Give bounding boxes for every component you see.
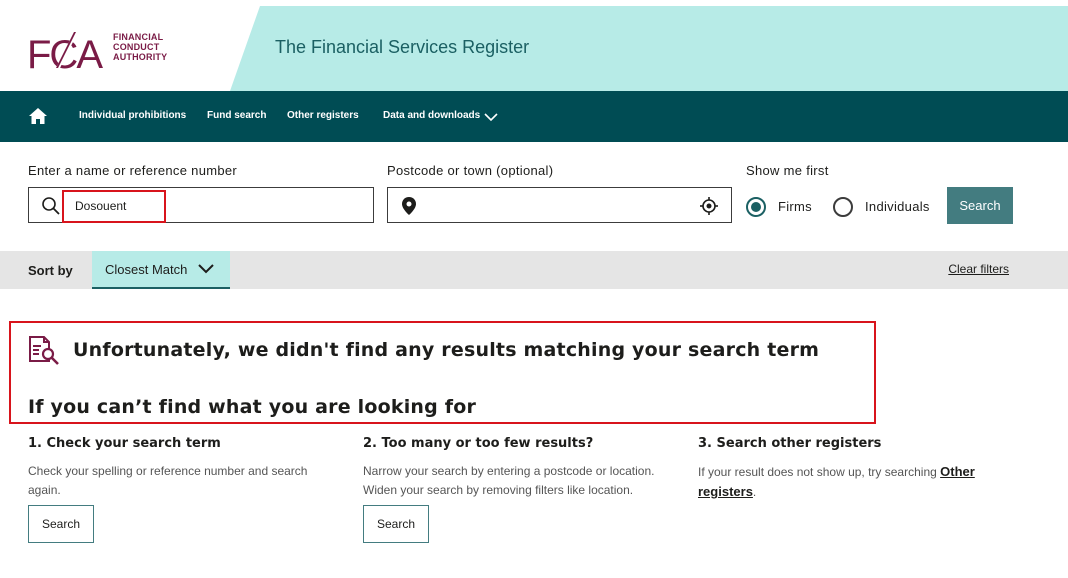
document-search-icon — [28, 335, 60, 365]
map-pin-icon — [402, 197, 416, 215]
clear-filters-link[interactable]: Clear filters — [948, 262, 1009, 276]
radio-firms-label[interactable]: Firms — [778, 199, 812, 214]
tip-1-body: Check your spelling or reference number … — [28, 464, 308, 497]
tip-3-body: If your result does not show up, try sea… — [698, 462, 998, 502]
nav-individual-prohibitions[interactable]: Individual prohibitions — [79, 110, 186, 121]
radio-individuals[interactable] — [833, 197, 853, 217]
fca-logo-mark: FCA — [27, 30, 105, 72]
sort-selected-value: Closest Match — [105, 262, 188, 277]
site-header: FCA FINANCIAL CONDUCT AUTHORITY The Fina… — [0, 0, 1068, 91]
nav-other-registers[interactable]: Other registers — [287, 110, 359, 121]
tip-3-body-text: If your result does not show up, try sea… — [698, 465, 941, 479]
sort-by-label: Sort by — [28, 263, 73, 278]
search-button[interactable]: Search — [947, 187, 1013, 224]
tip-3-body-end: . — [752, 485, 757, 499]
radio-firms[interactable] — [746, 197, 766, 217]
crosshair-locate-icon[interactable] — [699, 196, 719, 216]
sort-bar: Sort by Closest Match Clear filters — [0, 251, 1068, 289]
show-first-label: Show me first — [746, 163, 829, 178]
logo-line-3: AUTHORITY — [113, 52, 168, 62]
chevron-down-icon — [198, 262, 214, 276]
nav-data-and-downloads[interactable]: Data and downloads — [383, 110, 480, 121]
help-heading: If you can’t find what you are looking f… — [28, 396, 477, 418]
name-field-label: Enter a name or reference number — [28, 163, 238, 178]
main-nav: Individual prohibitions Fund search Othe… — [0, 91, 1068, 142]
chevron-down-icon[interactable] — [484, 110, 498, 124]
radio-individuals-label[interactable]: Individuals — [865, 199, 930, 214]
tip-2-body: Narrow your search by entering a postcod… — [363, 464, 655, 497]
no-results-heading: Unfortunately, we didn't find any result… — [73, 339, 820, 361]
logo-line-1: FINANCIAL — [113, 32, 164, 42]
sort-select[interactable]: Closest Match — [92, 251, 230, 289]
logo-wordmark: FINANCIAL CONDUCT AUTHORITY — [113, 32, 167, 62]
tip-1-title: 1. Check your search term — [28, 436, 221, 451]
tip-2-title: 2. Too many or too few results? — [363, 436, 594, 451]
tip-1-search-button[interactable]: Search — [28, 505, 94, 543]
location-input[interactable] — [387, 187, 732, 223]
search-icon — [41, 196, 61, 216]
tip-3-title: 3. Search other registers — [698, 436, 882, 451]
fca-logo[interactable]: FCA FINANCIAL CONDUCT AUTHORITY — [27, 28, 177, 72]
nav-fund-search[interactable]: Fund search — [207, 110, 266, 121]
tip-2-search-button[interactable]: Search — [363, 505, 429, 543]
home-icon[interactable] — [28, 106, 48, 126]
annotation-highlight-input — [62, 190, 166, 223]
site-title[interactable]: The Financial Services Register — [275, 37, 529, 58]
logo-line-2: CONDUCT — [113, 42, 160, 52]
location-field-label: Postcode or town (optional) — [387, 163, 554, 178]
